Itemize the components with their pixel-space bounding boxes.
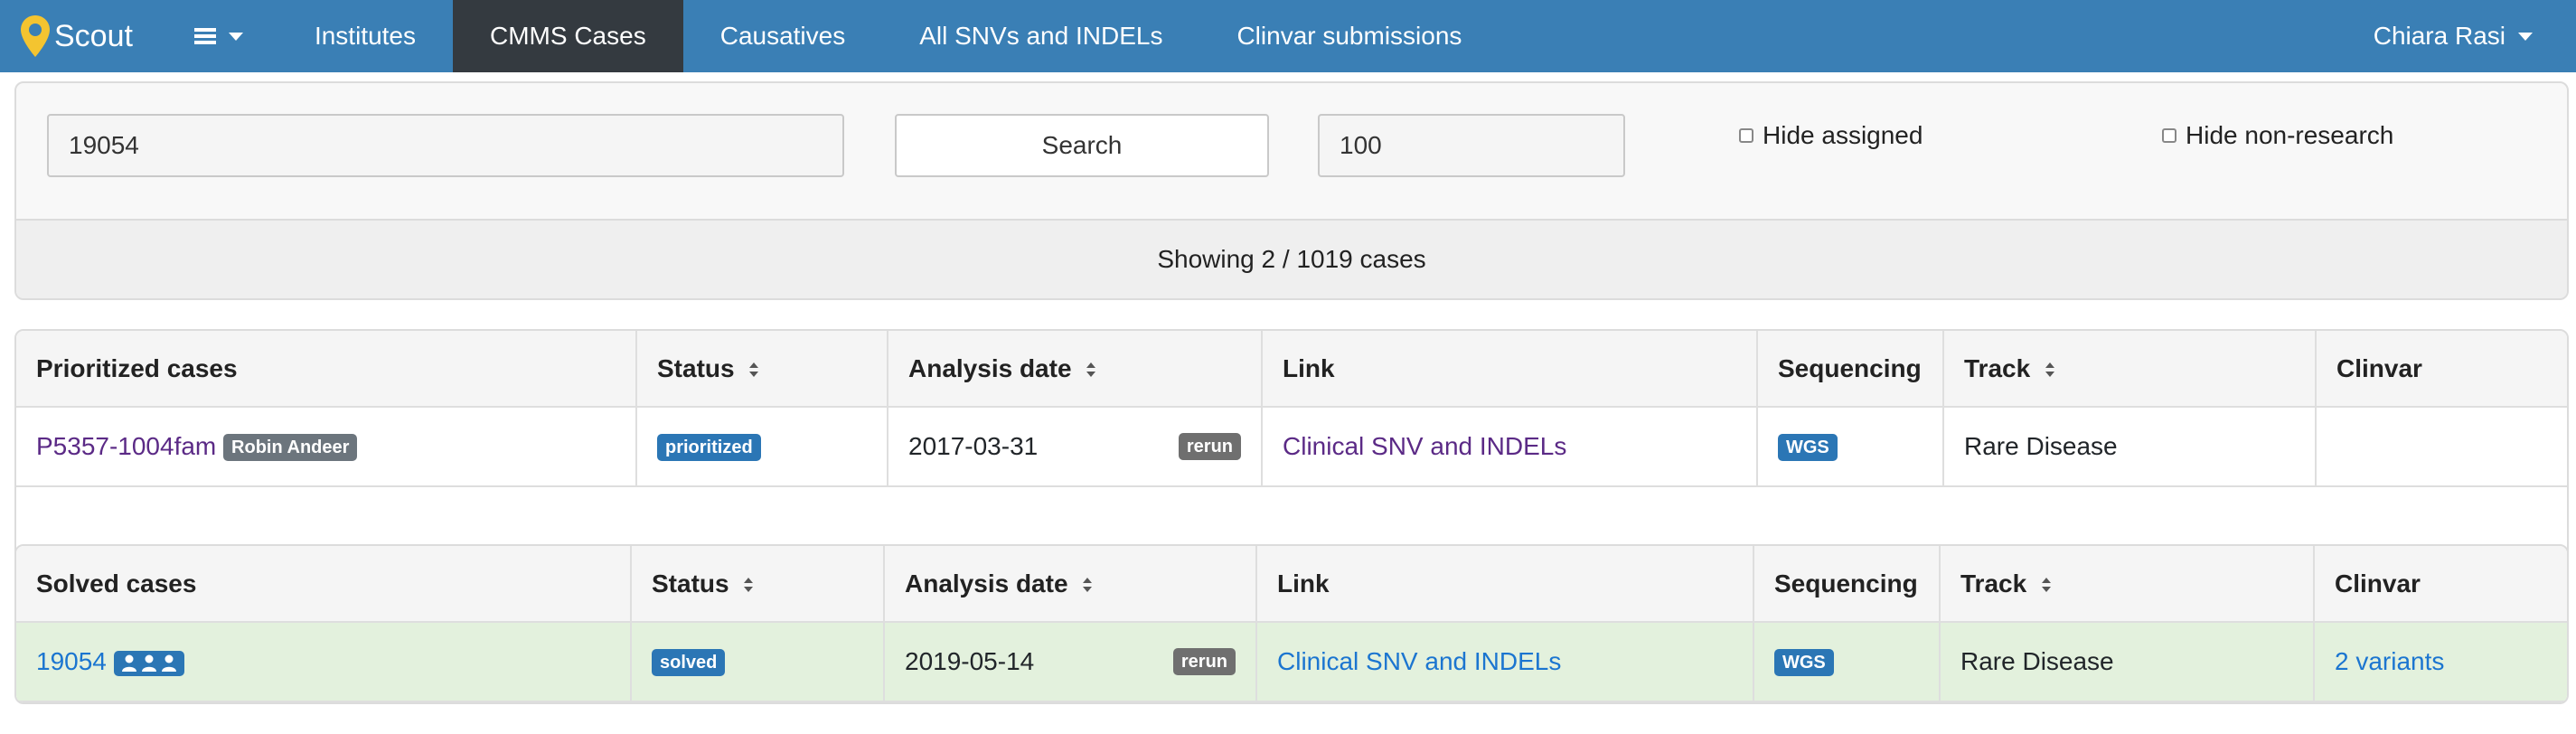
sequencing-cell: WGS <box>1753 622 1941 702</box>
sequencing-badge: WGS <box>1774 649 1834 677</box>
rerun-badge: rerun <box>1172 648 1236 675</box>
case-filter-card: Search Hide assigned Hide non-research S… <box>14 81 2569 300</box>
status-badge: prioritized <box>657 434 761 462</box>
hide-assigned-checkbox[interactable] <box>1739 128 1753 143</box>
nav-clinvar-submissions[interactable]: Clinvar submissions <box>1199 0 1499 72</box>
hide-nonresearch-label: Hide non-research <box>2186 121 2394 149</box>
chevron-down-icon <box>2518 32 2533 41</box>
nav-causatives[interactable]: Causatives <box>683 0 883 72</box>
table-header-row: Solved cases Status Analysis date Link S… <box>16 546 2567 623</box>
sort-icon[interactable] <box>1082 577 1093 593</box>
status-cell: prioritized <box>636 407 888 487</box>
chevron-down-icon <box>228 32 243 41</box>
search-button[interactable]: Search <box>895 114 1269 177</box>
nav-institutes[interactable]: Institutes <box>277 0 453 72</box>
col-case: Prioritized cases <box>16 331 637 408</box>
table-row: P5357-1004fam Robin Andeer prioritized 2… <box>16 407 2567 487</box>
rerun-badge: rerun <box>1178 433 1241 460</box>
clinvar-cell <box>2316 407 2567 487</box>
col-link: Link <box>1256 546 1754 623</box>
status-badge: solved <box>652 649 726 677</box>
col-analysis-date[interactable]: Analysis date <box>884 546 1257 623</box>
user-name: Chiara Rasi <box>2373 22 2505 50</box>
hamburger-icon <box>193 28 216 44</box>
col-case: Solved cases <box>16 546 632 623</box>
clinvar-cell: 2 variants <box>2314 622 2567 702</box>
clinical-variants-link[interactable]: Clinical SNV and INDELs <box>1277 647 1561 675</box>
users-icon <box>121 654 176 672</box>
top-navbar: Scout Institutes CMMS Cases Causatives A… <box>0 0 2576 72</box>
table-header-row: Prioritized cases Status Analysis date L… <box>16 331 2567 408</box>
case-link[interactable]: P5357-1004fam <box>36 432 216 460</box>
sequencing-cell: WGS <box>1757 407 1944 487</box>
result-limit-input[interactable] <box>1318 114 1625 177</box>
col-status[interactable]: Status <box>631 546 885 623</box>
case-link[interactable]: 19054 <box>36 647 107 675</box>
sort-icon[interactable] <box>2041 577 2052 593</box>
col-clinvar: Clinvar <box>2316 331 2567 408</box>
col-clinvar: Clinvar <box>2314 546 2567 623</box>
col-track[interactable]: Track <box>1943 331 2317 408</box>
hide-assigned-label: Hide assigned <box>1763 121 1923 149</box>
results-count: Showing 2 / 1019 cases <box>16 219 2567 298</box>
sort-icon[interactable] <box>2045 362 2055 378</box>
col-analysis-date[interactable]: Analysis date <box>888 331 1263 408</box>
menu-toggle-button[interactable] <box>169 0 277 72</box>
solved-cases-table: Solved cases Status Analysis date Link S… <box>16 546 2567 702</box>
analysis-date-cell: 2017-03-31 rerun <box>888 407 1263 487</box>
hide-nonresearch-option[interactable]: Hide non-research <box>2162 121 2393 150</box>
individuals-badge <box>113 650 184 676</box>
link-cell: Clinical SNV and INDELs <box>1256 622 1754 702</box>
analysis-date: 2017-03-31 <box>908 432 1039 460</box>
map-pin-icon <box>21 15 50 57</box>
sequencing-badge: WGS <box>1778 434 1838 462</box>
sort-icon[interactable] <box>1086 362 1096 378</box>
hide-assigned-option[interactable]: Hide assigned <box>1739 121 1923 150</box>
sort-icon[interactable] <box>748 362 759 378</box>
analysis-date: 2019-05-14 <box>905 647 1035 675</box>
user-menu[interactable]: Chiara Rasi <box>2374 0 2533 72</box>
sort-icon[interactable] <box>743 577 754 593</box>
col-sequencing: Sequencing <box>1757 331 1944 408</box>
track-cell: Rare Disease <box>1940 622 2315 702</box>
nav-cmms-cases[interactable]: CMMS Cases <box>453 0 683 72</box>
table-row: 19054 solved 2019-05-14 rerun Clinical S… <box>16 622 2567 702</box>
nav-all-snvs-indels[interactable]: All SNVs and INDELs <box>882 0 1199 72</box>
assignee-badge: Robin Andeer <box>223 434 358 462</box>
col-link: Link <box>1262 331 1758 408</box>
col-status[interactable]: Status <box>636 331 888 408</box>
track-cell: Rare Disease <box>1943 407 2317 487</box>
col-sequencing: Sequencing <box>1753 546 1941 623</box>
prioritized-cases-card: Prioritized cases Status Analysis date L… <box>14 329 2569 568</box>
status-cell: solved <box>631 622 885 702</box>
prioritized-cases-table: Prioritized cases Status Analysis date L… <box>16 331 2567 566</box>
case-cell: 19054 <box>16 622 632 702</box>
clinical-variants-link[interactable]: Clinical SNV and INDELs <box>1283 432 1566 460</box>
case-search-input[interactable] <box>47 114 844 177</box>
hide-nonresearch-checkbox[interactable] <box>2162 128 2176 143</box>
link-cell: Clinical SNV and INDELs <box>1262 407 1758 487</box>
clinvar-variants-link[interactable]: 2 variants <box>2335 647 2444 675</box>
col-track[interactable]: Track <box>1940 546 2315 623</box>
brand-link[interactable]: Scout <box>0 0 169 72</box>
brand-name: Scout <box>54 18 133 53</box>
solved-cases-card: Solved cases Status Analysis date Link S… <box>14 544 2569 704</box>
analysis-date-cell: 2019-05-14 rerun <box>884 622 1257 702</box>
case-cell: P5357-1004fam Robin Andeer <box>16 407 637 487</box>
